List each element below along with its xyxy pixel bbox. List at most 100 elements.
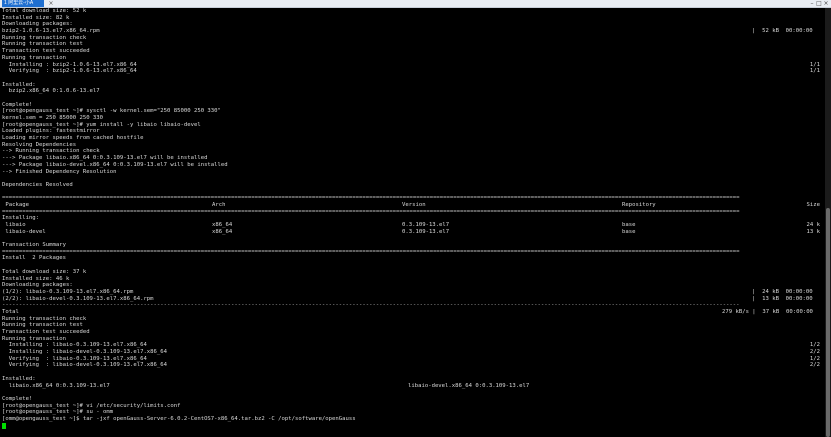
line-text: Installed size: 46 k xyxy=(2,275,70,282)
line-text: Running transaction test xyxy=(2,322,83,329)
line-column: base xyxy=(622,228,636,235)
terminal-line: Running transaction xyxy=(2,55,822,62)
line-text: Running transaction xyxy=(2,54,66,61)
line-text: Installed: xyxy=(2,375,36,382)
line-text: Installing : libaio-0.3.109-13.el7.x86_6… xyxy=(2,342,147,349)
window-titlebar: 1 阿里云-小A × – □ × xyxy=(0,0,831,8)
terminal-line: Transaction test succeeded xyxy=(2,48,822,55)
line-text: Install 2 Packages xyxy=(2,255,66,262)
terminal-line: --> Running transaction check xyxy=(2,148,822,155)
line-text: Verifying : libaio-devel-0.3.109-13.el7.… xyxy=(2,362,168,369)
terminal-line: Running transaction test xyxy=(2,322,822,329)
line-text: ---> Package libaio.x86_64 0:0.3.109-13.… xyxy=(2,155,208,162)
line-text: Total download size: 52 k xyxy=(2,8,87,14)
terminal-line: Running transaction check xyxy=(2,316,822,323)
line-text: Installing : libaio-devel-0.3.109-13.el7… xyxy=(2,349,168,356)
line-text: ---> Package libaio-devel.x86_64 0:0.3.1… xyxy=(2,161,228,168)
terminal-output[interactable]: Total download size: 52 k Installed size:… xyxy=(0,8,825,437)
terminal-line: Verifying : libaio-devel-0.3.109-13.el7.… xyxy=(2,362,822,369)
terminal-line: [root@opengauss_test ~]# yum install -y … xyxy=(2,122,822,129)
terminal-line: [root@opengauss_test ~]# sysctl -w kerne… xyxy=(2,108,822,115)
terminal-line: ========================================… xyxy=(2,209,822,216)
terminal-line: Loaded plugins: fastestmirror xyxy=(2,128,822,135)
line-text: Total xyxy=(2,308,19,315)
terminal-line: Loading mirror speeds from cached hostfi… xyxy=(2,135,822,142)
line-text: Loading mirror speeds from cached hostfi… xyxy=(2,135,144,142)
line-text: Transaction Summary xyxy=(2,242,66,249)
terminal-line: Install 2 Packages xyxy=(2,255,822,262)
line-text: libaio xyxy=(2,222,26,228)
line-text: Installed: xyxy=(2,81,36,88)
line-column: 0.3.109-13.el7 xyxy=(402,222,450,228)
terminal-line: Installed: xyxy=(2,82,822,89)
separator-line: ========================================… xyxy=(2,208,740,215)
line-text: Loaded plugins: fastestmirror xyxy=(2,128,100,135)
terminal-line: Package Arch Version Repository Size xyxy=(2,202,822,209)
line-column: 279 kB/s | 37 kB 00:00:00 xyxy=(722,308,813,315)
line-text: kernel.sem = 250 85000 250 330 xyxy=(2,115,104,121)
terminal-line: (1/2): libaio-0.3.109-13.el7.x86_64.rpm |… xyxy=(2,289,822,296)
close-button[interactable]: × xyxy=(823,0,829,7)
terminal-line: libaio x86_64 0.3.109-13.el7 base 24 k xyxy=(2,222,822,229)
tab-close-icon[interactable]: × xyxy=(48,0,54,7)
terminal-line: Installing : bzip2-1.0.6-13.el7.x86_64 1/… xyxy=(2,62,822,69)
line-text: [root@opengauss_test ~]# vi /etc/securit… xyxy=(2,402,181,409)
scrollbar-thumb[interactable] xyxy=(826,208,830,437)
terminal-line: Resolving Dependencies xyxy=(2,142,822,149)
terminal-line: Total download size: 37 k xyxy=(2,269,822,276)
line-text: [root@opengauss_test ~]# yum install -y … xyxy=(2,121,201,128)
line-text: [root@opengauss_test ~]# sysctl -w kerne… xyxy=(2,108,221,115)
line-text: Complete! xyxy=(2,395,33,402)
line-text: Downloading packages: xyxy=(2,282,73,289)
terminal-line: Installing : libaio-devel-0.3.109-13.el7… xyxy=(2,349,822,356)
terminal-line: [root@opengauss_test ~]# su - omm xyxy=(2,409,822,416)
terminal-line: libaio-devel x86_64 0.3.109-13.el7 base 13 k xyxy=(2,229,822,236)
maximize-button[interactable]: □ xyxy=(816,0,822,7)
terminal-line: Downloading packages: xyxy=(2,282,822,289)
terminal-line: ---> Package libaio-devel.x86_64 0:0.3.1… xyxy=(2,162,822,169)
minimize-button[interactable]: – xyxy=(809,0,815,7)
separator-line: ========================================… xyxy=(2,248,740,255)
line-text: Installed size: 82 k xyxy=(2,14,70,21)
line-text: Complete! xyxy=(2,101,33,108)
line-text: Transaction test succeeded xyxy=(2,329,90,335)
terminal-line: libaio.x86_64 0:0.3.109-13.el7 libaio-dev… xyxy=(2,383,822,390)
line-text: --> Finished Dependency Resolution xyxy=(2,168,117,175)
line-column: libaio-devel.x86_64 0:0.3.109-13.el7 xyxy=(408,382,530,389)
terminal-line: Installed size: 82 k xyxy=(2,15,822,22)
terminal-line: --> Finished Dependency Resolution xyxy=(2,169,822,176)
line-text: Installing : bzip2-1.0.6-13.el7.x86_64 xyxy=(2,61,137,68)
terminal-line: Complete! xyxy=(2,396,822,403)
line-column: x86_64 xyxy=(212,228,233,235)
line-column: base xyxy=(622,222,636,228)
terminal-line: Dependencies Resolved xyxy=(2,182,822,189)
terminal-line: Verifying : libaio-0.3.109-13.el7.x86_64… xyxy=(2,356,822,363)
terminal-line: Running transaction test xyxy=(2,41,822,48)
terminal-line: ========================================… xyxy=(2,195,822,202)
line-text: Dependencies Resolved xyxy=(2,181,73,188)
line-text: Running transaction check xyxy=(2,34,87,41)
terminal-line: ========================================… xyxy=(2,249,822,256)
line-text: Running transaction xyxy=(2,335,66,342)
terminal-line: Transaction Summary xyxy=(2,242,822,249)
terminal-line: Downloading packages: xyxy=(2,21,822,28)
terminal-line: ---> Package libaio.x86_64 0:0.3.109-13.… xyxy=(2,155,822,162)
line-text: libaio.x86_64 0:0.3.109-13.el7 xyxy=(2,382,110,389)
terminal-lines: Total download size: 52 k Installed size:… xyxy=(2,8,822,429)
line-right-value: 2/2 xyxy=(809,349,820,356)
line-text: [root@opengauss_test ~]# su - omm xyxy=(2,409,114,416)
line-text: bzip2.x86_64 0:1.0.6-13.el7 xyxy=(2,88,100,95)
line-right-value: 13 k xyxy=(806,228,820,235)
session-tab[interactable]: 1 阿里云-小A xyxy=(2,0,44,7)
line-column: | 52 kB 00:00:00 xyxy=(752,28,813,35)
line-text: Downloading packages: xyxy=(2,21,73,28)
line-right-value: 1/2 xyxy=(809,355,820,362)
terminal-scrollbar[interactable] xyxy=(825,8,831,437)
line-right-value: 2/2 xyxy=(809,362,820,369)
